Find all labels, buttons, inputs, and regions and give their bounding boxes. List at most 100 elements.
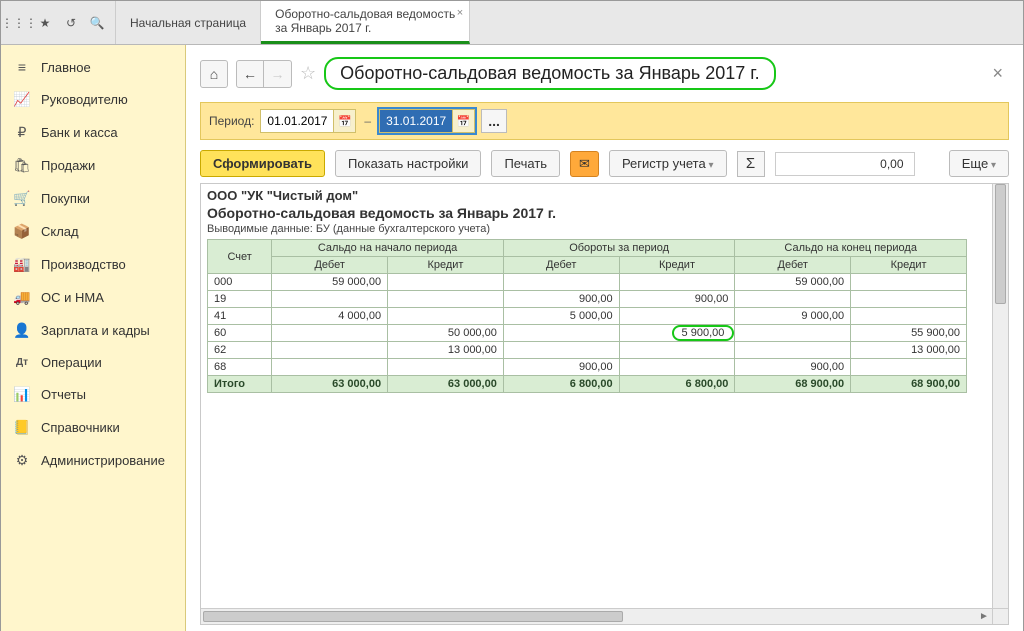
sidebar-item-warehouse[interactable]: 📦 Склад — [1, 215, 185, 248]
scroll-thumb[interactable] — [203, 611, 623, 622]
cell: 000 — [208, 274, 272, 291]
sidebar-label: Производство — [41, 257, 126, 272]
cell: 6 800,00 — [503, 376, 619, 393]
period-more-button[interactable]: ... — [481, 109, 507, 133]
cell — [503, 325, 619, 342]
table-row[interactable]: 6050 000,005 900,0055 900,00 — [208, 325, 967, 342]
email-button[interactable]: ✉ — [570, 151, 599, 177]
table-row[interactable]: 00059 000,0059 000,00 — [208, 274, 967, 291]
scroll-right-icon[interactable]: ► — [976, 609, 992, 624]
calendar-icon[interactable]: 📅 — [452, 110, 474, 132]
highlighted-cell: 5 900,00 — [672, 325, 735, 341]
table-row[interactable]: 6213 000,0013 000,00 — [208, 342, 967, 359]
chart-icon: 📈 — [13, 91, 31, 108]
cell — [619, 308, 735, 325]
cell — [272, 342, 388, 359]
sidebar-item-operations[interactable]: ДтОперации — [1, 347, 185, 378]
favorite-icon[interactable]: ☆ — [300, 63, 316, 84]
cell: 900,00 — [503, 291, 619, 308]
cell: 900,00 — [503, 359, 619, 376]
sidebar-label: Главное — [41, 60, 91, 75]
history-icon[interactable]: ↺ — [59, 11, 83, 35]
cell: 13 000,00 — [851, 342, 967, 359]
show-settings-button[interactable]: Показать настройки — [335, 150, 481, 177]
sidebar-label: Склад — [41, 224, 79, 239]
cell — [272, 325, 388, 342]
close-button[interactable]: × — [986, 63, 1009, 84]
date-to-input[interactable]: 31.01.2017 — [380, 110, 452, 132]
sidebar-item-purchases[interactable]: 🛒Покупки — [1, 182, 185, 215]
sidebar-item-sales[interactable]: 🛍Продажи — [1, 149, 185, 182]
apps-icon[interactable]: ⋮⋮⋮ — [7, 11, 31, 35]
th-credit: Кредит — [851, 257, 967, 274]
cell — [619, 274, 735, 291]
sidebar-item-reports[interactable]: 📊Отчеты — [1, 378, 185, 411]
bag-icon: 🛍 — [13, 157, 31, 174]
search-icon[interactable]: 🔍 — [85, 11, 109, 35]
register-button[interactable]: Регистр учета — [609, 150, 727, 177]
factory-icon: 🏭 — [13, 256, 31, 273]
table-row[interactable]: 19900,00900,00 — [208, 291, 967, 308]
cell: 900,00 — [619, 291, 735, 308]
cell: 6 800,00 — [619, 376, 735, 393]
back-button[interactable]: ← — [236, 60, 264, 88]
person-icon: 👤 — [13, 322, 31, 339]
vertical-scrollbar[interactable] — [992, 184, 1008, 608]
cell — [851, 359, 967, 376]
home-button[interactable]: ⌂ — [200, 60, 228, 88]
cell: 68 — [208, 359, 272, 376]
cell: 63 000,00 — [272, 376, 388, 393]
th-debit: Дебет — [735, 257, 851, 274]
sidebar-label: Банк и касса — [41, 125, 118, 140]
horizontal-scrollbar[interactable]: ◄ ► — [201, 608, 992, 624]
cell — [619, 342, 735, 359]
tab-label-2: за Январь 2017 г. — [275, 21, 455, 35]
star-icon[interactable]: ★ — [33, 11, 57, 35]
th-credit: Кредит — [619, 257, 735, 274]
page-title: Оборотно-сальдовая ведомость за Январь 2… — [324, 57, 776, 90]
box-icon: 📦 — [13, 223, 31, 240]
tab-report[interactable]: Оборотно-сальдовая ведомость за Январь 2… — [261, 1, 470, 44]
sidebar-item-main[interactable]: ≡ Главное — [1, 51, 185, 83]
scroll-thumb[interactable] — [995, 184, 1006, 304]
cell — [388, 274, 504, 291]
table-row[interactable]: 68900,00900,00 — [208, 359, 967, 376]
cell — [619, 359, 735, 376]
ruble-icon: ₽ — [13, 124, 31, 141]
tab-home[interactable]: Начальная страница — [116, 1, 261, 44]
sum-button[interactable]: Σ — [737, 151, 765, 177]
sidebar-item-bank[interactable]: ₽ Банк и касса — [1, 116, 185, 149]
date-from-input[interactable] — [261, 110, 333, 132]
cell — [851, 308, 967, 325]
table-total-row: Итого63 000,0063 000,006 800,006 800,006… — [208, 376, 967, 393]
cell: 13 000,00 — [388, 342, 504, 359]
more-button[interactable]: Еще — [949, 150, 1009, 177]
menu-icon: ≡ — [13, 59, 31, 75]
sidebar-item-catalogs[interactable]: 📒Справочники — [1, 411, 185, 444]
cell: 5 900,00 — [619, 325, 735, 342]
cell — [735, 342, 851, 359]
sidebar-item-assets[interactable]: 🚚ОС и НМА — [1, 281, 185, 314]
forward-button[interactable]: → — [264, 60, 292, 88]
sidebar-item-production[interactable]: 🏭 Производство — [1, 248, 185, 281]
sidebar-item-payroll[interactable]: 👤Зарплата и кадры — [1, 314, 185, 347]
th-turn: Обороты за период — [503, 240, 735, 257]
book-icon: 📒 — [13, 419, 31, 436]
truck-icon: 🚚 — [13, 289, 31, 306]
cell: Итого — [208, 376, 272, 393]
dt-icon: Дт — [13, 357, 31, 368]
print-button[interactable]: Печать — [491, 150, 560, 177]
form-button[interactable]: Сформировать — [200, 150, 325, 177]
cell: 41 — [208, 308, 272, 325]
sidebar-item-admin[interactable]: ⚙Администрирование — [1, 444, 185, 477]
cell: 68 900,00 — [851, 376, 967, 393]
table-row[interactable]: 414 000,005 000,009 000,00 — [208, 308, 967, 325]
tab-close-icon[interactable]: × — [457, 7, 463, 19]
th-debit: Дебет — [272, 257, 388, 274]
sidebar-item-manager[interactable]: 📈Руководителю — [1, 83, 185, 116]
tab-label-1: Оборотно-сальдовая ведомость — [275, 7, 455, 21]
calendar-icon[interactable]: 📅 — [333, 110, 355, 132]
cell: 4 000,00 — [272, 308, 388, 325]
cell: 55 900,00 — [851, 325, 967, 342]
cell: 63 000,00 — [388, 376, 504, 393]
